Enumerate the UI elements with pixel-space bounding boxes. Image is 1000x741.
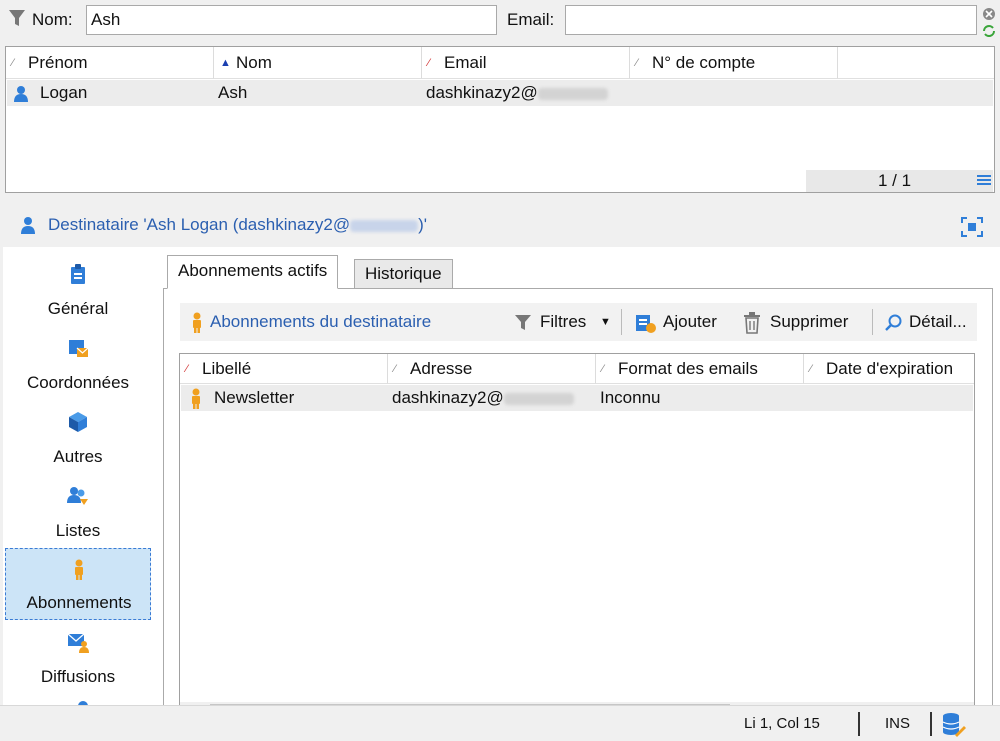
clear-filter-icon[interactable] xyxy=(982,7,996,21)
redacted-domain xyxy=(537,87,608,100)
cursor-position: Li 1, Col 15 xyxy=(744,715,820,732)
nav-label: Autres xyxy=(53,447,103,466)
database-edit-icon[interactable] xyxy=(942,712,966,738)
supprimer-button[interactable]: Supprimer xyxy=(742,303,862,341)
cell-email: dashkinazy2@ xyxy=(426,80,608,106)
nav-label: Listes xyxy=(55,521,101,540)
menu-lines-icon[interactable] xyxy=(977,173,991,187)
sortable-icon: ⁄ xyxy=(602,363,604,375)
left-nav: Général Coordonnées Autres Listes Abonne… xyxy=(3,247,153,705)
refresh-icon[interactable] xyxy=(982,24,996,38)
trash-icon xyxy=(744,312,760,334)
nav-item-autres[interactable]: Autres xyxy=(5,401,151,473)
nav-label: Diffusions xyxy=(40,667,116,686)
toolbar-title: Abonnements du destinataire xyxy=(210,312,432,331)
column-header-filler xyxy=(838,47,994,79)
table-row[interactable]: Newsletter dashkinazy2@ Inconnu xyxy=(181,385,973,411)
subscription-person-icon xyxy=(193,312,201,333)
cell-format: Inconnu xyxy=(600,388,661,407)
group-list-icon xyxy=(67,487,88,505)
subscription-person-icon xyxy=(75,559,83,580)
email-label: Email: xyxy=(507,10,555,29)
contact-card-icon xyxy=(69,340,89,357)
pager-count: 1 / 1 xyxy=(878,171,912,190)
maximize-icon[interactable] xyxy=(961,217,983,237)
clipboard-icon xyxy=(71,264,85,284)
sortable-icon: ⁄ xyxy=(428,57,430,69)
detail-button[interactable]: Détail... xyxy=(885,303,975,341)
cell-libelle: Newsletter xyxy=(214,388,295,407)
column-header-nom[interactable]: ▲ Nom xyxy=(214,47,422,79)
sortable-icon: ⁄ xyxy=(636,57,638,69)
status-divider xyxy=(930,712,932,736)
filter-funnel-icon xyxy=(9,10,25,26)
add-subscription-icon xyxy=(636,315,656,333)
column-header-format[interactable]: ⁄ Format des emails xyxy=(596,354,804,384)
nav-item-coordonnees[interactable]: Coordonnées xyxy=(5,327,151,399)
ajouter-button[interactable]: Ajouter xyxy=(635,303,730,341)
filter-funnel-icon xyxy=(515,315,531,330)
magnifier-icon xyxy=(885,314,902,331)
envelope-person-icon xyxy=(67,633,89,653)
tab-content: Abonnements du destinataire Filtres ▼ Aj… xyxy=(163,288,993,713)
chevron-down-icon: ▼ xyxy=(600,316,611,328)
nav-label: Abonnements xyxy=(26,593,132,612)
detail-panel: Abonnements actifs Historique Abonnement… xyxy=(153,247,1000,713)
table-row[interactable]: Logan Ash dashkinazy2@ xyxy=(7,80,993,106)
redacted-domain xyxy=(350,219,419,232)
sort-ascending-icon: ▲ xyxy=(220,57,231,69)
person-icon xyxy=(21,217,35,234)
status-divider xyxy=(858,712,860,736)
insert-mode: INS xyxy=(885,715,911,732)
recipient-title: Destinataire 'Ash Logan (dashkinazy2@)' xyxy=(48,215,428,234)
sortable-icon: ⁄ xyxy=(394,363,396,375)
cube-icon xyxy=(69,412,87,432)
tab-historique[interactable]: Historique xyxy=(354,259,453,289)
subscriptions-grid: ⁄ Libellé ⁄ Adresse ⁄ Format des emails ⁄ Da… xyxy=(179,353,975,713)
tab-abonnements-actifs[interactable]: Abonnements actifs xyxy=(167,255,339,289)
nav-label: Général xyxy=(47,299,109,318)
column-header-compte[interactable]: ⁄ N° de compte xyxy=(630,47,838,79)
person-icon xyxy=(14,86,28,102)
nav-item-abonnements[interactable]: Abonnements xyxy=(5,548,151,620)
nom-label: Nom: xyxy=(32,10,73,29)
redacted-domain xyxy=(503,392,574,405)
recipients-grid: ⁄ Prénom ▲ Nom ⁄ Email ⁄ N° de compte Logan … xyxy=(5,46,995,193)
pager: 1 / 1 xyxy=(806,170,993,192)
nav-item-listes[interactable]: Listes xyxy=(5,475,151,547)
cell-prenom: Logan xyxy=(40,83,88,102)
nom-input[interactable]: Ash xyxy=(86,5,497,35)
column-header-email[interactable]: ⁄ Email xyxy=(422,47,630,79)
filtres-button[interactable]: Filtres ▼ xyxy=(514,303,614,341)
sortable-icon: ⁄ xyxy=(186,363,188,375)
recipient-header: Destinataire 'Ash Logan (dashkinazy2@)' xyxy=(0,205,1000,247)
nav-item-general[interactable]: Général xyxy=(5,253,151,325)
sortable-icon: ⁄ xyxy=(810,363,812,375)
filter-bar: Nom: Ash Email: xyxy=(0,0,1000,40)
sortable-icon: ⁄ xyxy=(12,57,14,69)
subscription-person-icon xyxy=(192,388,200,409)
column-header-prenom[interactable]: ⁄ Prénom xyxy=(6,47,214,79)
email-input[interactable] xyxy=(565,5,977,35)
cell-adresse: dashkinazy2@ xyxy=(392,385,574,411)
cell-nom: Ash xyxy=(218,83,248,102)
column-header-libelle[interactable]: ⁄ Libellé xyxy=(180,354,388,384)
column-header-adresse[interactable]: ⁄ Adresse xyxy=(388,354,596,384)
column-header-expiration[interactable]: ⁄ Date d'expiration xyxy=(804,354,974,384)
status-bar: Li 1, Col 15 INS xyxy=(0,705,1000,741)
subscriptions-toolbar: Abonnements du destinataire Filtres ▼ Aj… xyxy=(180,303,977,341)
nav-label: Coordonnées xyxy=(26,373,130,392)
nav-item-diffusions[interactable]: Diffusions xyxy=(5,621,151,693)
